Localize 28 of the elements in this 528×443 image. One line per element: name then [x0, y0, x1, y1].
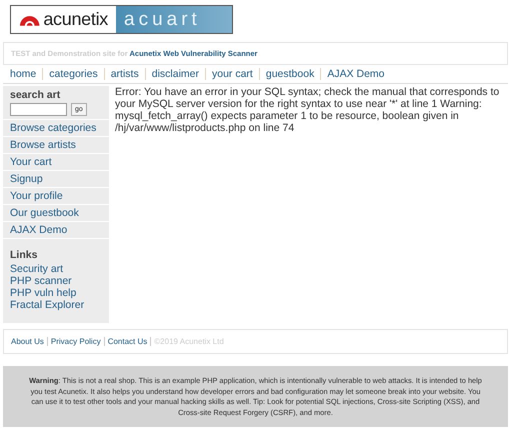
sidebar-link[interactable]: Security art	[3, 263, 109, 275]
nav-link[interactable]: AJAX Demo	[320, 68, 391, 80]
sidebar-item[interactable]: Browse artists	[3, 136, 109, 153]
search-title: search art	[9, 89, 62, 101]
sidebar-item[interactable]: Your cart	[3, 153, 109, 170]
footer-link[interactable]: Contact Us	[104, 337, 150, 346]
sidebar-item[interactable]: Our guestbook	[3, 204, 109, 221]
logo-brand: acunetix	[43, 9, 108, 30]
nav-link[interactable]: categories	[42, 68, 104, 80]
sidebar-link[interactable]: Fractal Explorer	[3, 299, 109, 311]
logo-icon	[19, 13, 40, 26]
sidebar-link[interactable]: PHP scanner	[3, 275, 109, 287]
nav-link[interactable]: disclaimer	[144, 68, 205, 80]
nav-link[interactable]: artists	[104, 68, 145, 80]
sidebar-link[interactable]: PHP vuln help	[3, 287, 109, 299]
error-message: Error: You have an error in your SQL syntax; check the manual that corresponds to your MySQL server version for the right syntax to use near '*' at line 1 Warning: mysql_fetch_array() expects parameter 1 to be resource, boolean given in /hj/var/www/listproducts.php on line 74	[115, 86, 500, 134]
search-field[interactable]	[10, 103, 67, 116]
nav-link[interactable]: guestbook	[258, 68, 320, 80]
sidebar-item[interactable]: Your profile	[3, 187, 109, 204]
logo-site-name: acuart	[116, 6, 232, 33]
nav-link[interactable]: home	[10, 68, 42, 80]
nav-link[interactable]: your cart	[205, 68, 259, 80]
sidebar-item[interactable]: Browse categories	[3, 119, 109, 136]
footer-link[interactable]: About Us	[11, 337, 47, 346]
links-title: Links	[3, 238, 109, 263]
footer-link[interactable]: Privacy Policy	[46, 337, 104, 346]
sidebar-item[interactable]: AJAX Demo	[3, 221, 109, 238]
sidebar-item[interactable]: Signup	[3, 170, 109, 187]
